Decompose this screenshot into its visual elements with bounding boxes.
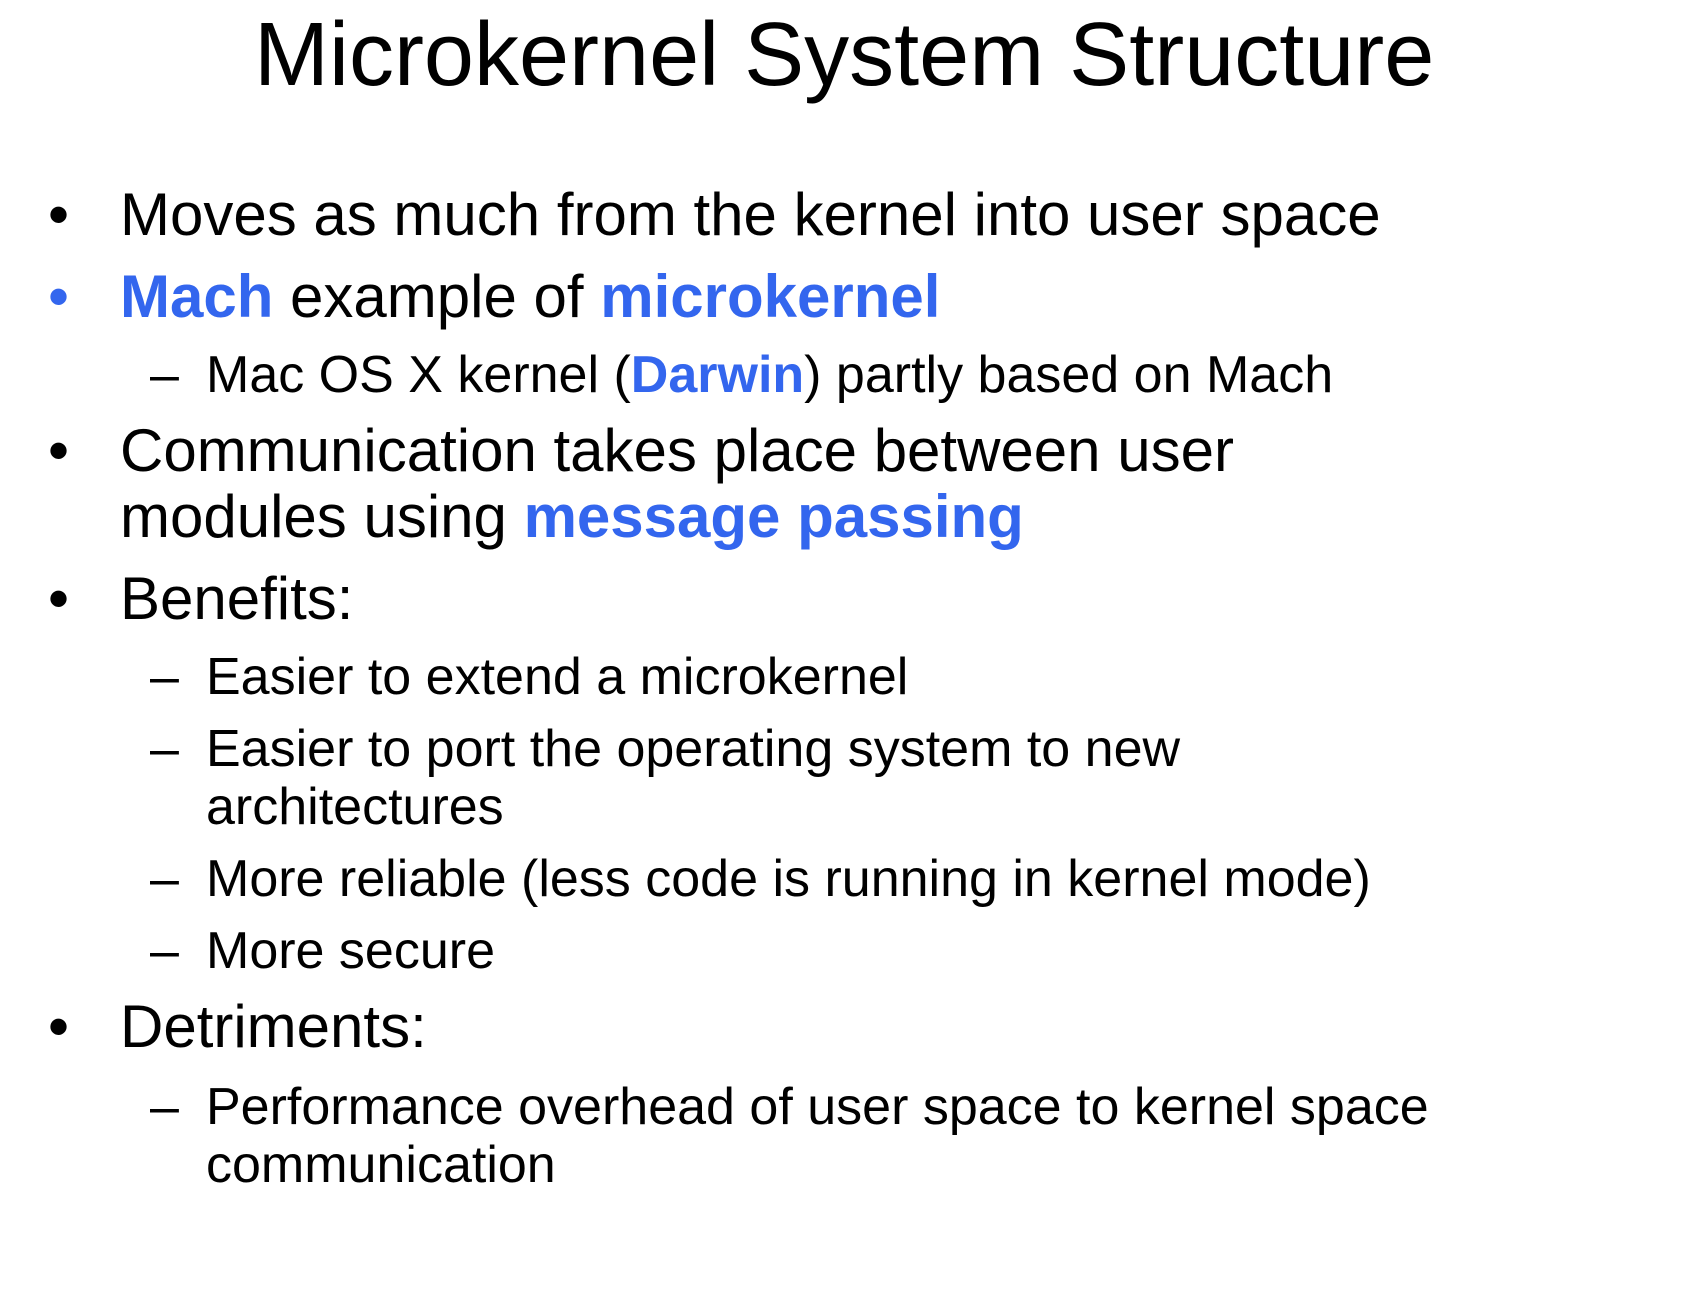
sub-text-darwin: Mac OS X kernel (Darwin) partly based on… (206, 344, 1333, 406)
bullet-text-communication-before: modules using (120, 483, 524, 550)
dash-marker: – (150, 1078, 179, 1136)
sub-text-secure: More secure (206, 922, 495, 980)
bullet-marker: • (48, 181, 70, 248)
bullet-text-mach-middle: example of (273, 263, 601, 330)
term-message-passing: message passing (523, 483, 1024, 550)
bullet-text-mach: Mach example of microkernel (120, 262, 940, 332)
bullet-marker: • (48, 565, 70, 632)
bullet-marker: • (48, 417, 70, 484)
term-microkernel: microkernel (600, 263, 941, 330)
sub-text-reliable: More reliable (less code is running in k… (206, 850, 1371, 908)
term-mach: Mach (120, 263, 274, 330)
dash-marker: – (150, 850, 179, 908)
bullet-text-communication-line2: modules using message passing (120, 482, 1024, 552)
bullet-marker-highlight: • (48, 263, 70, 330)
bullet-text-benefits: Benefits: (120, 565, 354, 632)
dash-marker: – (150, 346, 179, 404)
sub-text-port-line1: Easier to port the operating system to n… (206, 720, 1181, 778)
dash-marker: – (150, 648, 179, 706)
sub-text-extend: Easier to extend a microkernel (206, 648, 909, 706)
term-darwin: Darwin (630, 346, 805, 404)
sub-text-overhead-line1: Performance overhead of user space to ke… (206, 1078, 1429, 1136)
slide-title: Microkernel System Structure (254, 5, 1435, 105)
slide: Microkernel System Structure • Moves as … (0, 0, 1682, 1298)
sub-text-port-line2: architectures (206, 778, 504, 836)
dash-marker: – (150, 922, 179, 980)
bullet-text-communication-line1: Communication takes place between user (120, 417, 1234, 484)
bullet-text-detriments: Detriments: (120, 993, 427, 1060)
dash-marker: – (150, 720, 179, 778)
sub-text-darwin-after: ) partly based on Mach (804, 346, 1334, 404)
bullet-marker: • (48, 993, 70, 1060)
sub-text-overhead-line2: communication (206, 1136, 556, 1194)
sub-text-darwin-before: Mac OS X kernel ( (206, 346, 631, 404)
bullet-text-moves: Moves as much from the kernel into user … (120, 181, 1381, 248)
